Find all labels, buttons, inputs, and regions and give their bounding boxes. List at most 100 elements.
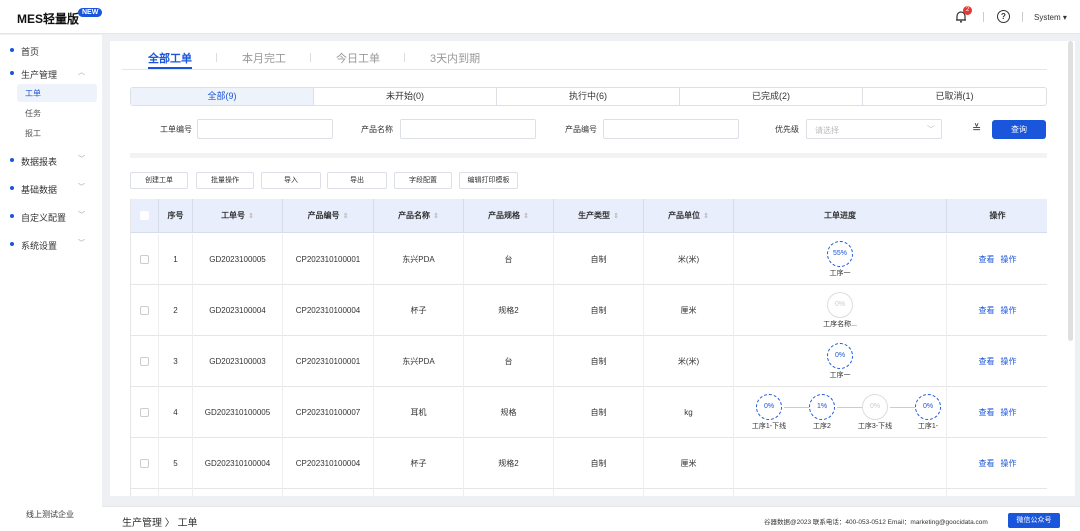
table-row[interactable]: 3 GD2023100003 CP202310100001 东兴PDA 台自制 米(米) 0… xyxy=(131,336,1047,387)
status-completed[interactable]: 已完成(2) xyxy=(680,88,863,105)
view-link[interactable]: 查看 xyxy=(979,357,995,366)
operate-link[interactable]: 操作 xyxy=(1001,408,1017,417)
new-badge: NEW xyxy=(78,8,103,17)
cell-pname: 杯子 xyxy=(374,285,464,336)
edit-print-template-button[interactable]: 编辑打印模板 xyxy=(459,172,518,189)
operate-link[interactable]: 操作 xyxy=(1001,459,1017,468)
sort-icon[interactable]: ⇕ xyxy=(613,213,619,220)
sidebar-item-label: 生产管理 xyxy=(21,70,58,80)
divider xyxy=(310,53,311,62)
view-link[interactable]: 查看 xyxy=(979,459,995,468)
cell-idx: 2 xyxy=(159,285,193,336)
table-row[interactable]: 2 GD2023100004 CP202310100004 杯子 规格2 自制 厘米 0% 工序… xyxy=(131,285,1047,336)
cell-actions: 查看操作 xyxy=(947,489,1047,496)
tab-today[interactable]: 今日工单 xyxy=(336,50,380,66)
view-link[interactable]: 查看 xyxy=(979,306,995,315)
process-step[interactable]: 0% 工序1-下线 xyxy=(742,394,796,431)
cell-unit: 厘米 xyxy=(644,438,734,489)
select-all-checkbox[interactable] xyxy=(140,211,149,220)
sidebar-item-settings[interactable]: 系统设置 ﹀ xyxy=(0,235,102,253)
sort-icon[interactable]: ⇕ xyxy=(523,213,529,220)
sidebar-subitem-workorder[interactable]: 工单 xyxy=(17,84,97,102)
tab-all[interactable]: 全部工单 xyxy=(148,50,192,66)
product-no-input[interactable] xyxy=(603,119,739,139)
product-name-input[interactable] xyxy=(400,119,536,139)
sidebar-item-custom[interactable]: 自定义配置 ﹀ xyxy=(0,207,102,225)
cell-progress: 0% 工序名称... xyxy=(734,285,947,336)
sort-icon[interactable]: ⇕ xyxy=(248,213,254,220)
process-step[interactable]: 0% 工序名称... xyxy=(813,292,867,329)
status-cancelled[interactable]: 已取消(1) xyxy=(863,88,1046,105)
process-step[interactable]: 1% 工序2 xyxy=(795,394,849,431)
sidebar-item-production[interactable]: 生产管理 ︿ xyxy=(0,64,102,82)
col-header-product-name[interactable]: 产品名称 ⇕ xyxy=(374,199,464,233)
breadcrumb-parent[interactable]: 生产管理 xyxy=(122,518,162,529)
row-checkbox[interactable] xyxy=(140,306,149,315)
import-button[interactable]: 导入 xyxy=(261,172,321,189)
process-step[interactable]: 0% 工序一 xyxy=(813,343,867,380)
col-header-spec[interactable]: 产品规格 ⇕ xyxy=(464,199,554,233)
col-header-unit[interactable]: 产品单位 ⇕ xyxy=(644,199,734,233)
status-in-progress[interactable]: 执行中(6) xyxy=(497,88,680,105)
col-header-index: 序号 xyxy=(159,199,193,233)
query-button[interactable]: 查询 xyxy=(992,120,1046,139)
cell-type: 自制 xyxy=(554,234,644,285)
sidebar-item-reports[interactable]: 数据报表 ﹀ xyxy=(0,151,102,169)
divider xyxy=(1022,12,1023,22)
process-step[interactable]: 55% 工序一 xyxy=(813,241,867,278)
sort-icon[interactable]: ⇕ xyxy=(703,213,709,220)
table-row[interactable]: 5 GD202310100004 CP202310100004 杯子 规格2 自制 厘米 查看… xyxy=(131,438,1047,489)
export-button[interactable]: 导出 xyxy=(327,172,387,189)
scrollbar[interactable] xyxy=(1068,41,1073,341)
tab-bar: 全部工单 本月完工 今日工单 3天内到期 xyxy=(122,41,1047,70)
view-link[interactable]: 查看 xyxy=(979,255,995,264)
wechat-button[interactable]: 微信公众号 xyxy=(1008,513,1060,528)
sidebar-subitem-report[interactable]: 报工 xyxy=(17,124,97,142)
cell-spec: 规格2 xyxy=(464,438,554,489)
user-menu[interactable]: System ▾ xyxy=(1034,13,1067,22)
view-link[interactable]: 查看 xyxy=(979,408,995,417)
row-checkbox[interactable] xyxy=(140,255,149,264)
col-header-label: 产品单位 xyxy=(668,211,701,220)
row-actions: 查看操作 xyxy=(947,285,1047,336)
row-actions: 查看操作 xyxy=(947,438,1047,489)
process-step[interactable]: 0% 工序3-下线 xyxy=(848,394,902,431)
row-checkbox[interactable] xyxy=(140,459,149,468)
help-icon[interactable]: ? xyxy=(997,10,1010,23)
col-header-product-no[interactable]: 产品编号 ⇕ xyxy=(283,199,374,233)
tab-due-3days[interactable]: 3天内到期 xyxy=(430,50,480,66)
chevron-down-icon: ﹀ xyxy=(927,125,935,134)
batch-operation-button[interactable]: 批量操作 xyxy=(196,172,254,189)
sidebar-item-home[interactable]: 首页 xyxy=(0,41,102,59)
row-checkbox[interactable] xyxy=(140,408,149,417)
operate-link[interactable]: 操作 xyxy=(1001,357,1017,366)
table-row[interactable]: 1 GD2023100005 CP202310100001 东兴PDA 台自制 米(米) 5… xyxy=(131,234,1047,285)
status-filter: 全部(9) 未开始(0) 执行中(6) 已完成(2) 已取消(1) xyxy=(130,87,1047,106)
cell-spec: 规格 xyxy=(464,387,554,438)
table-row[interactable]: 4 GD202310100005 CP202310100007 耳机 规格 自制 kg 0% 工… xyxy=(131,387,1047,438)
cell-order: GD2023100000 xyxy=(193,489,283,496)
sidebar-subitem-task[interactable]: 任务 xyxy=(17,104,97,122)
tab-month-done[interactable]: 本月完工 xyxy=(242,50,286,66)
status-not-started[interactable]: 未开始(0) xyxy=(314,88,497,105)
create-order-button[interactable]: 创建工单 xyxy=(130,172,188,189)
sort-icon[interactable]: ⇕ xyxy=(433,213,439,220)
field-config-button[interactable]: 字段配置 xyxy=(394,172,452,189)
col-header-label: 生产类型 xyxy=(578,211,611,220)
cell-progress: 0% 工序1-下线 1% 工序2 0% 工序3-下线 0% 工序1- xyxy=(734,387,947,438)
table-row[interactable]: 6GD2023100000CP202310100001杯子规格2自制厘米0%查看… xyxy=(131,489,1047,496)
order-no-input[interactable] xyxy=(197,119,333,139)
sort-icon[interactable]: ⇕ xyxy=(343,213,349,220)
cell-actions: 查看操作 xyxy=(947,438,1047,489)
collapse-filter-icon[interactable]: ≚ xyxy=(972,122,981,135)
col-header-type[interactable]: 生产类型 ⇕ xyxy=(554,199,644,233)
row-checkbox[interactable] xyxy=(140,357,149,366)
col-header-order-no[interactable]: 工单号 ⇕ xyxy=(193,199,283,233)
app-logo[interactable]: MES轻量版 xyxy=(17,10,79,27)
operate-link[interactable]: 操作 xyxy=(1001,306,1017,315)
sidebar-subitem-label: 报工 xyxy=(25,129,41,138)
status-all[interactable]: 全部(9) xyxy=(131,88,314,105)
sidebar-item-basedata[interactable]: 基础数据 ﹀ xyxy=(0,179,102,197)
priority-select[interactable]: 请选择 ﹀ xyxy=(806,119,942,139)
operate-link[interactable]: 操作 xyxy=(1001,255,1017,264)
